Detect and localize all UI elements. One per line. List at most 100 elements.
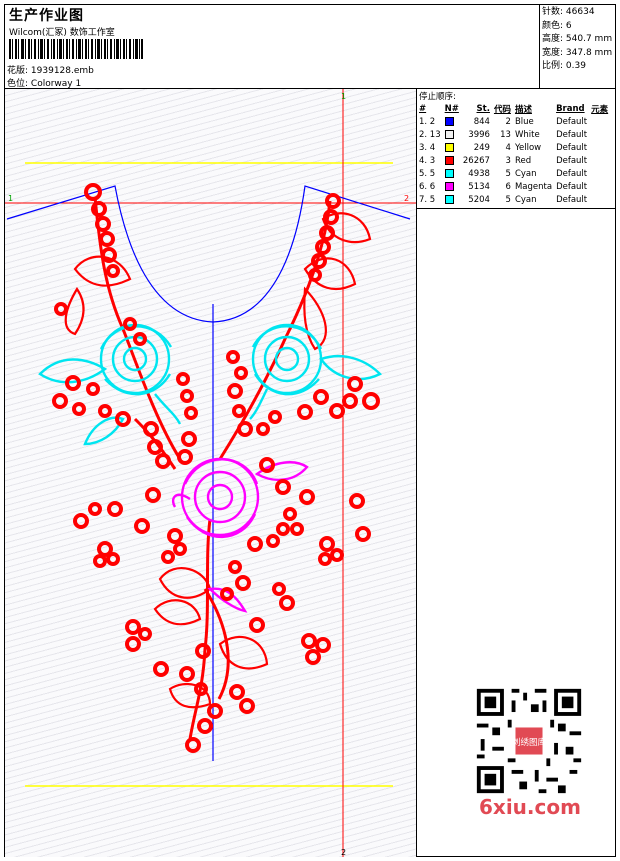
seq-num: 3. 4 [419,142,436,153]
element [589,141,610,154]
color-desc: Cyan [514,168,537,179]
color-swatch [443,193,461,206]
stat-label: 颜色: [542,20,564,31]
cyan-rose-left [38,323,182,446]
embroidery-artwork: 1 2 1 2 [5,89,416,857]
col-stitches: St. [476,103,490,114]
element [589,180,610,193]
production-sheet: 生产作业图 Wilcom(汇冢) 数饰工作室 花版: 1939128.emb 色… [4,4,616,857]
stitch-count: 5204 [468,194,490,205]
table-row: 5. 5 4938 5 Cyan Default [417,167,610,180]
color-swatch [443,154,461,167]
color-swatch-box [444,155,454,165]
stat-value: 46634 [565,7,595,17]
stat-label: 高度: [542,34,564,44]
stat-label: 针数: [542,7,564,17]
stat-label: 宽度: [542,47,564,58]
color-desc: Yellow [514,142,542,153]
color-code: 4 [505,142,511,153]
design-file: 1939128.emb [30,66,94,76]
color-swatch-box [444,168,454,178]
color-swatch-box [444,181,454,191]
cyan-rose-right [249,323,383,420]
stitch-count: 844 [473,116,490,127]
stat-colors: 颜色: 6 [542,20,613,34]
element [589,128,610,141]
color-swatch-box [444,116,454,126]
table-row: 6. 6 5134 6 Magenta Default [417,180,610,193]
color-swatch [443,115,461,128]
brand: Default [556,168,588,179]
stitch-count: 5134 [468,181,490,192]
element [589,115,610,128]
stat-value: 540.7 mm [565,34,613,44]
color-code: 13 [500,129,511,140]
stat-stitches: 针数: 46634 [542,6,613,20]
stitch-count: 26267 [462,155,490,166]
stat-height: 高度: 540.7 mm [542,33,613,47]
color-code: 2 [505,116,511,127]
color-swatch [443,180,461,193]
barcode [9,39,143,59]
color-swatch-box [444,129,454,139]
color-desc: Red [514,155,532,166]
stats-block: 针数: 46634 颜色: 6 高度: 540.7 mm 宽度: 347.8 m… [540,5,615,89]
col-brand: Brand [556,103,585,114]
seq-num: 6. 6 [419,181,436,192]
colorway-row: 色位: Colorway 1 [7,76,81,89]
stat-label: 比例: [542,61,564,71]
color-swatch [443,128,461,141]
seq-num: 1. 2 [419,116,436,127]
table-row: 2. 13 3996 13 White Default [417,128,610,141]
stitch-count: 4938 [468,168,490,179]
brand: Default [556,116,588,127]
stat-value: 6 [565,20,572,31]
stop-sequence-title: 停止顺序: [419,92,456,102]
sheet-title: 生产作业图 [9,8,84,24]
element [589,154,610,167]
brand: Default [556,129,588,140]
color-desc: Magenta [514,181,553,192]
element [589,193,610,206]
qr-code: 刺绣图库 [473,685,585,797]
red-beads [52,183,380,753]
brand: Default [556,155,588,166]
table-header-row: # N# St. 代码 描述 Brand 元素 [417,102,610,115]
guide-label-top: 1 [341,92,346,101]
col-code: 代码 [493,104,511,115]
colorway-value: Colorway 1 [30,79,82,89]
header-block: 生产作业图 Wilcom(汇冢) 数饰工作室 花版: 1939128.emb 色… [5,5,540,89]
color-code: 5 [505,194,511,205]
color-swatch-box [444,142,454,152]
design-label: 花版: [7,66,29,76]
seq-num: 7. 5 [419,194,436,205]
color-code: 5 [505,168,511,179]
brand: Default [556,181,588,192]
table-row: 3. 4 249 4 Yellow Default [417,141,610,154]
col-n: N# [444,103,459,114]
colorway-label: 色位: [7,79,29,89]
seq-num: 2. 13 [419,129,441,140]
stat-value: 347.8 mm [565,47,613,58]
table-row: 7. 5 5204 5 Cyan Default [417,193,610,206]
stitch-count: 3996 [468,129,490,140]
seq-num: 5. 5 [419,168,436,179]
col-num: # [419,103,427,114]
table-row: 1. 2 844 2 Blue Default [417,115,610,128]
guide-label-right: 2 [404,194,409,203]
color-code: 3 [505,155,511,166]
stop-sequence-panel: 停止顺序: # N# St. 代码 描述 Brand 元素 1. 2 844 2 Bl… [417,89,615,209]
brand: Default [556,142,588,153]
stat-width: 宽度: 347.8 mm [542,47,613,61]
table-row: 4. 3 26267 3 Red Default [417,154,610,167]
color-swatch-box [444,194,454,204]
guide-label-left: 1 [8,194,13,203]
stat-scale: 比例: 0.39 [542,60,613,74]
col-desc: 描述 [514,104,532,115]
guide-label-bottom: 2 [341,848,346,857]
col-element: 元素 [591,104,609,115]
seq-num: 4. 3 [419,155,436,166]
color-desc: White [514,129,540,140]
design-file-row: 花版: 1939128.emb [7,63,94,76]
sheet-subtitle: Wilcom(汇冢) 数饰工作室 [9,28,115,38]
